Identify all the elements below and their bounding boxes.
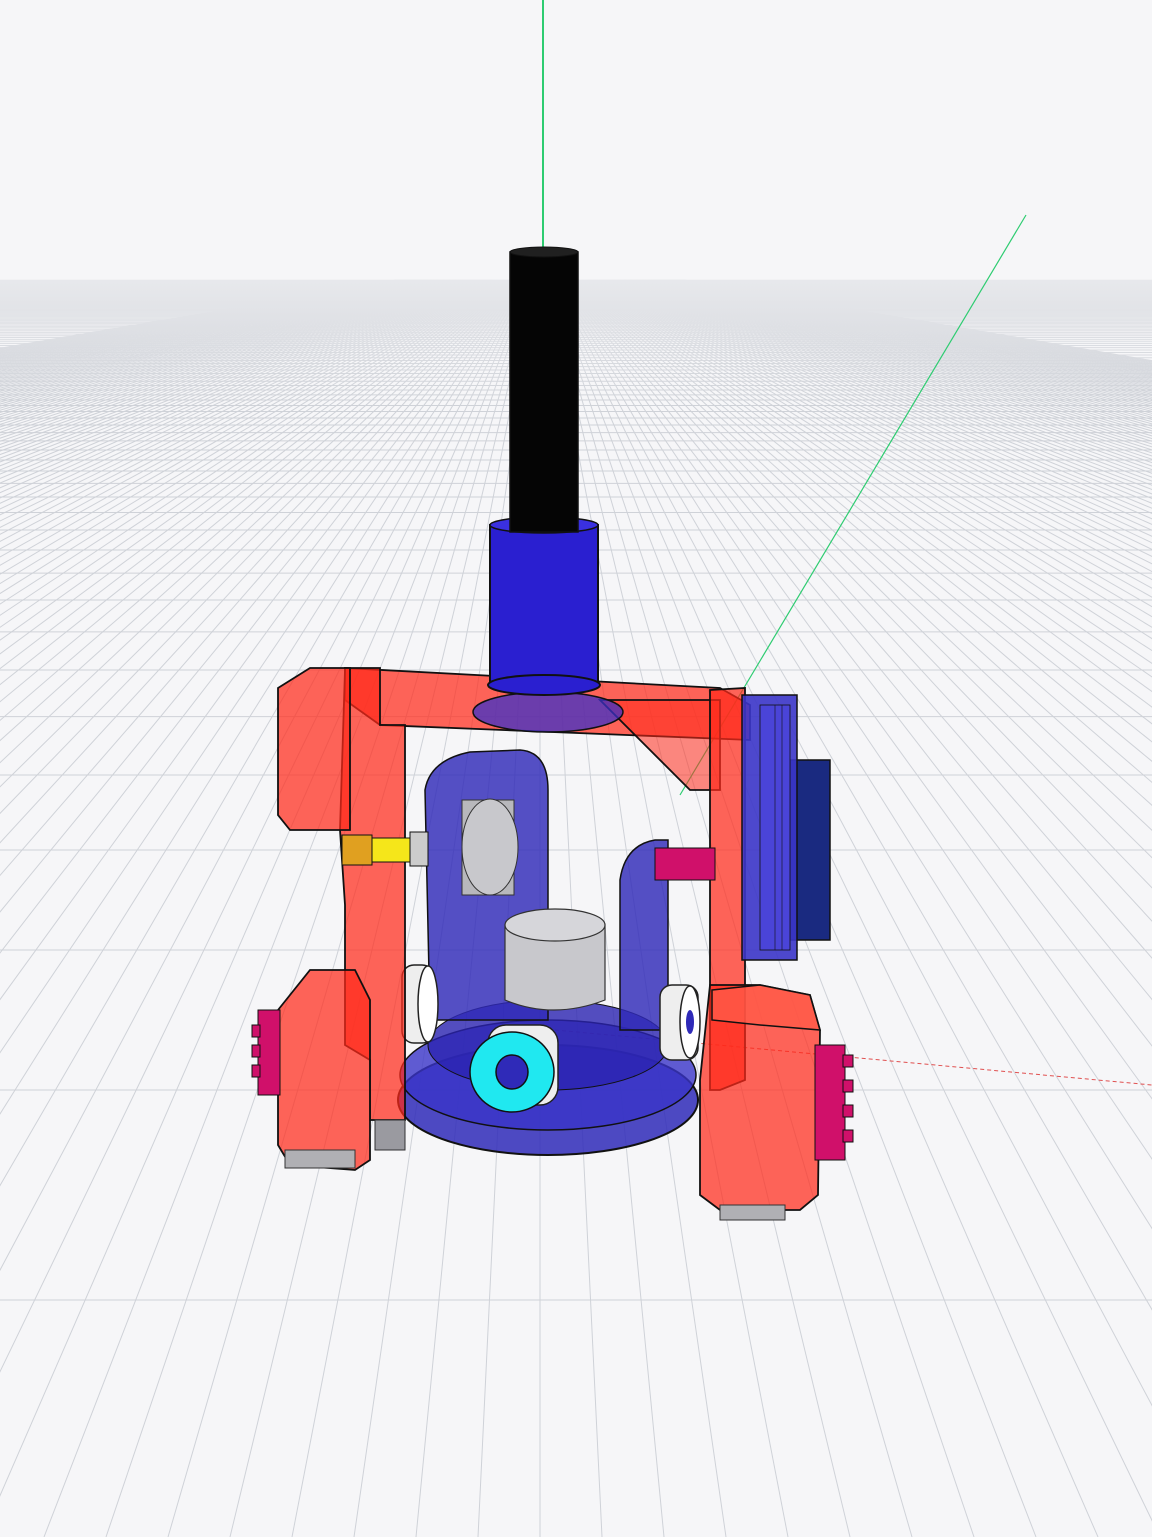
left-wheel[interactable] [401, 964, 439, 1044]
left-magenta-gear[interactable] [251, 1009, 281, 1096]
magenta-stub[interactable] [654, 847, 716, 881]
left-motor[interactable] [461, 798, 519, 896]
blue-sleeve[interactable] [487, 516, 601, 696]
left-foot [284, 1149, 356, 1169]
viewport-canvas[interactable] [0, 0, 1152, 1537]
right-foot [719, 1204, 786, 1221]
center-motor[interactable] [504, 908, 606, 1011]
right-magenta-gear[interactable] [814, 1044, 854, 1161]
sleeve-flange [472, 691, 624, 733]
3d-viewport[interactable] [0, 0, 1152, 1537]
right-wheel[interactable] [659, 984, 701, 1061]
black-rod[interactable] [509, 246, 579, 533]
